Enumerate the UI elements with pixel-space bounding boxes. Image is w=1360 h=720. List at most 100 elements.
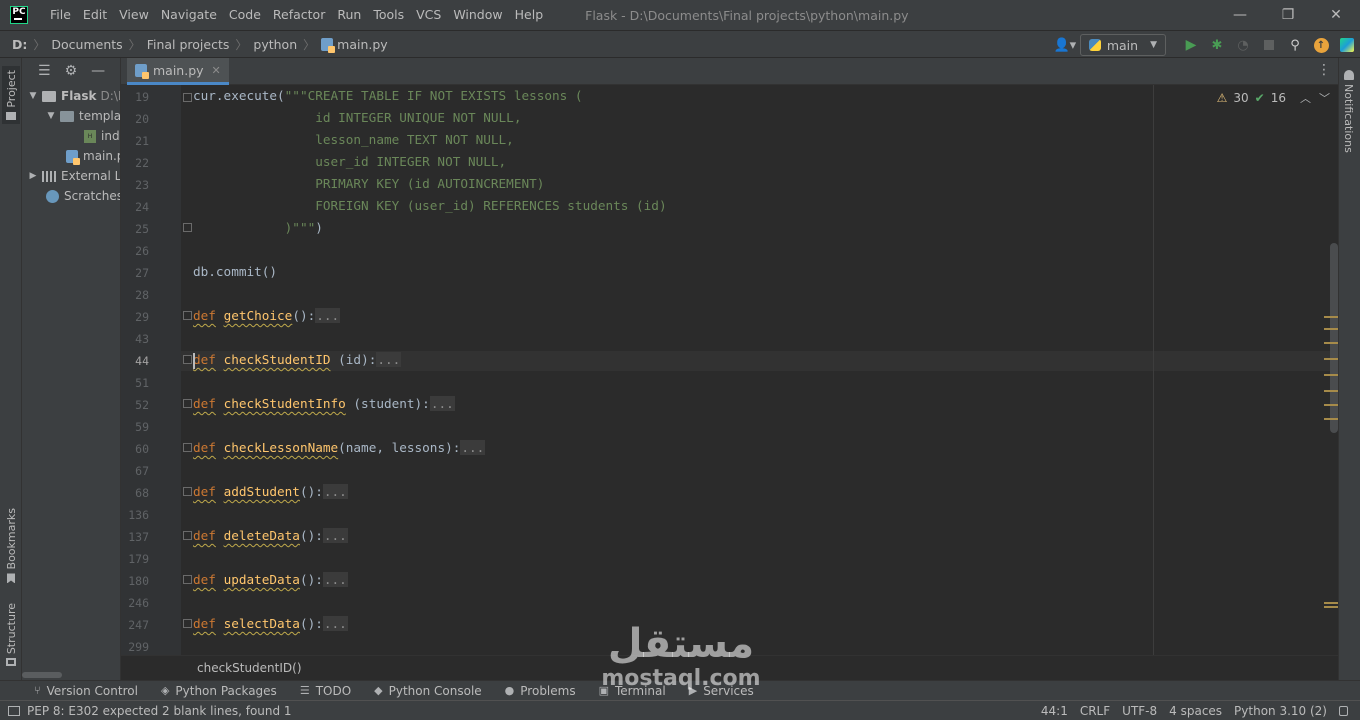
tool-tab-terminal[interactable]: ▣ Terminal <box>599 684 666 698</box>
fold-marker[interactable] <box>183 311 192 320</box>
menu-edit[interactable]: Edit <box>77 0 113 30</box>
menu-vcs[interactable]: VCS <box>410 0 447 30</box>
line-separator[interactable]: CRLF <box>1080 704 1110 718</box>
menu-run[interactable]: Run <box>331 0 367 30</box>
folded-block[interactable]: ... <box>322 528 348 543</box>
code-line[interactable]: def addStudent():... <box>193 482 348 502</box>
fold-marker[interactable] <box>183 487 192 496</box>
menu-file[interactable]: File <box>44 0 77 30</box>
folded-block[interactable]: ... <box>460 440 486 455</box>
code-line[interactable]: def deleteData():... <box>193 526 348 546</box>
error-stripe-mark[interactable] <box>1324 418 1338 420</box>
tool-window-bookmarks[interactable]: Bookmarks <box>2 508 20 584</box>
editor-breadcrumb[interactable]: checkStudentID() <box>121 655 1339 680</box>
fold-marker[interactable] <box>183 575 192 584</box>
tree-item-scratches[interactable]: Scratches a <box>46 186 120 206</box>
error-stripe-mark[interactable] <box>1324 404 1338 406</box>
update-icon[interactable]: ↑ <box>1308 32 1334 58</box>
code-line[interactable]: )""") <box>193 218 323 238</box>
breadcrumb-main-py[interactable]: main.py <box>337 37 388 52</box>
error-stripe-mark[interactable] <box>1324 390 1338 392</box>
folded-block[interactable]: ... <box>315 308 341 323</box>
tool-tab-problems[interactable]: ● Problems <box>505 684 576 698</box>
user-icon[interactable]: 👤▾ <box>1050 38 1080 53</box>
stop-icon[interactable] <box>1256 32 1282 58</box>
more-vertical-icon[interactable]: ⋮ <box>1317 62 1331 78</box>
indent-setting[interactable]: 4 spaces <box>1169 704 1222 718</box>
tree-item-templates[interactable]: ▼ templa <box>46 106 120 126</box>
hide-icon[interactable]: — <box>91 63 105 79</box>
close-icon[interactable]: ✕ <box>212 64 221 77</box>
menu-refactor[interactable]: Refactor <box>267 0 331 30</box>
menu-code[interactable]: Code <box>223 0 267 30</box>
search-icon[interactable]: ⚲ <box>1282 32 1308 58</box>
fold-marker[interactable] <box>183 443 192 452</box>
code-line[interactable]: user_id INTEGER NOT NULL, <box>193 152 506 172</box>
fold-marker[interactable] <box>183 531 192 540</box>
code-line[interactable]: cur.execute("""CREATE TABLE IF NOT EXIST… <box>193 86 583 106</box>
folded-block[interactable]: ... <box>322 616 348 631</box>
code-line[interactable]: def checkStudentInfo (student):... <box>193 394 455 414</box>
lock-icon[interactable] <box>1339 706 1348 716</box>
close-window-button[interactable]: ✕ <box>1312 0 1360 30</box>
tool-tab-python-packages[interactable]: ◈ Python Packages <box>161 684 277 698</box>
breadcrumb-drive[interactable]: D: <box>12 37 27 52</box>
inspection-widget[interactable]: ⚠ 30 ✔ 16 ︿ ﹀ <box>1217 90 1330 106</box>
folded-block[interactable]: ... <box>322 484 348 499</box>
coverage-icon[interactable]: ◔ <box>1230 32 1256 58</box>
fold-marker[interactable] <box>183 399 192 408</box>
error-stripe-mark[interactable] <box>1324 374 1338 376</box>
code-line[interactable]: def selectData():... <box>193 614 348 634</box>
menu-tools[interactable]: Tools <box>367 0 410 30</box>
fold-marker[interactable] <box>183 619 192 628</box>
collapse-all-icon[interactable]: ☰ <box>38 63 51 79</box>
error-stripe-mark[interactable] <box>1324 358 1338 360</box>
breadcrumb-documents[interactable]: Documents <box>51 37 122 52</box>
chevron-down-icon[interactable]: ﹀ <box>1319 90 1330 106</box>
python-interpreter[interactable]: Python 3.10 (2) <box>1234 704 1327 718</box>
tool-window-structure[interactable]: Structure <box>2 603 20 667</box>
status-message[interactable]: PEP 8: E302 expected 2 blank lines, foun… <box>27 704 292 718</box>
tool-tab-version-control[interactable]: ⑂ Version Control <box>34 684 138 698</box>
error-stripe-mark[interactable] <box>1324 602 1338 604</box>
tool-tab-services[interactable]: ▶ Services <box>689 684 754 698</box>
restore-button[interactable]: ❐ <box>1264 0 1312 30</box>
code-line[interactable]: PRIMARY KEY (id AUTOINCREMENT) <box>193 174 544 194</box>
breadcrumb-python[interactable]: python <box>253 37 297 52</box>
error-stripe-mark[interactable] <box>1324 328 1338 330</box>
breadcrumb-final-projects[interactable]: Final projects <box>147 37 230 52</box>
tool-tab-todo[interactable]: ☰ TODO <box>300 684 351 698</box>
tree-item-main-py[interactable]: main.p <box>66 146 120 166</box>
debug-icon[interactable]: ✱ <box>1204 32 1230 58</box>
folded-block[interactable]: ... <box>376 352 402 367</box>
fold-marker[interactable] <box>183 93 192 102</box>
gear-icon[interactable]: ⚙ <box>65 63 78 79</box>
code-line[interactable]: def updateData():... <box>193 570 348 590</box>
menu-navigate[interactable]: Navigate <box>155 0 223 30</box>
panel-icon[interactable] <box>8 705 20 716</box>
tool-tab-python-console[interactable]: ◆ Python Console <box>374 684 482 698</box>
file-encoding[interactable]: UTF-8 <box>1122 704 1157 718</box>
tree-item-index-html[interactable]: H inde <box>84 126 120 146</box>
error-stripe-mark[interactable] <box>1324 316 1338 318</box>
caret-position[interactable]: 44:1 <box>1041 704 1068 718</box>
folded-block[interactable]: ... <box>429 396 455 411</box>
tool-window-notifications[interactable]: Notifications <box>1342 70 1355 153</box>
fold-marker[interactable] <box>183 223 192 232</box>
error-stripe-mark[interactable] <box>1324 342 1338 344</box>
chevron-up-icon[interactable]: ︿ <box>1300 90 1311 106</box>
menu-window[interactable]: Window <box>447 0 508 30</box>
run-icon[interactable]: ▶ <box>1178 32 1204 58</box>
tab-main-py[interactable]: main.py ✕ <box>127 58 229 85</box>
menu-view[interactable]: View <box>113 0 155 30</box>
tree-item-external-libraries[interactable]: ▶ External Li <box>28 166 120 186</box>
tree-item-flask[interactable]: ▼ Flask D:\D <box>28 86 120 106</box>
horizontal-scrollbar[interactable] <box>22 672 62 678</box>
run-configuration-select[interactable]: main ▼ <box>1079 34 1166 56</box>
code-line[interactable]: db.commit() <box>193 262 277 282</box>
menu-help[interactable]: Help <box>509 0 550 30</box>
code-line[interactable]: id INTEGER UNIQUE NOT NULL, <box>193 108 521 128</box>
code-line[interactable]: def checkLessonName(name, lessons):... <box>193 438 486 458</box>
code-line[interactable]: def checkStudentID (id):... <box>193 350 402 370</box>
folded-block[interactable]: ... <box>322 572 348 587</box>
